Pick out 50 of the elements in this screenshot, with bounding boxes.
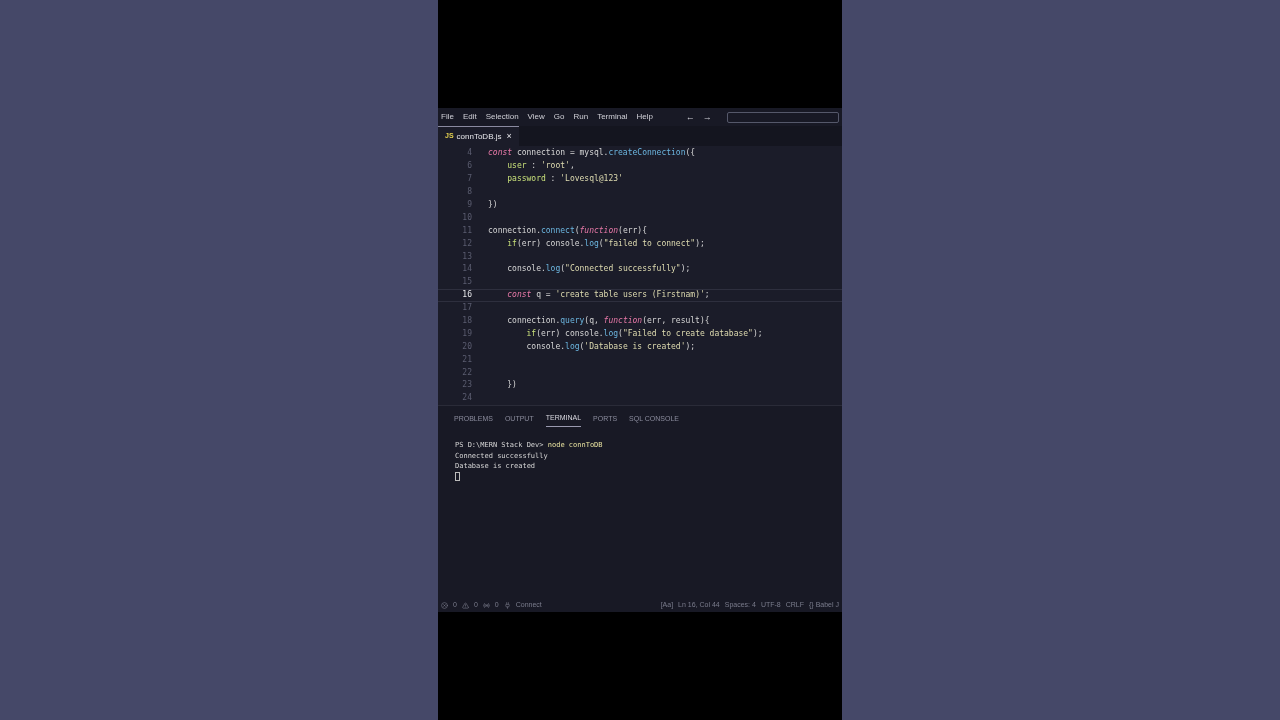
line-number: 9: [466, 199, 472, 211]
line-number: 12: [461, 237, 472, 250]
line-number: 23: [461, 379, 472, 392]
line-number: 14: [461, 263, 472, 276]
code-line: user : 'root',: [506, 160, 575, 173]
tab-label: connToDB.js: [456, 130, 502, 143]
terminal-cursor: [455, 471, 460, 481]
line-number: 16: [461, 289, 472, 302]
code-line: connection.query(q, function(err, result){: [506, 315, 710, 327]
code-line: const connection = mysql.createConnection({: [488, 147, 696, 160]
search-field[interactable]: [726, 111, 839, 123]
code-line: console.log('Database is created');: [525, 340, 696, 353]
menu-item[interactable]: Terminal: [597, 111, 628, 123]
menu-item[interactable]: Help: [636, 111, 653, 123]
line-number: 19: [461, 327, 472, 340]
line-number: 15: [461, 276, 472, 289]
line-number: 21: [461, 353, 472, 366]
menu-item[interactable]: File: [441, 111, 454, 123]
code-line: password : 'Lovesql@123': [506, 173, 623, 186]
code-line: connection.connect(function(err){: [488, 224, 647, 237]
code-line: const q = 'create table users (Firstnam)';: [506, 289, 710, 302]
line-number: 10: [461, 211, 472, 224]
nav-button[interactable]: →: [702, 112, 712, 122]
line-number: 22: [461, 366, 472, 379]
menu-item[interactable]: Edit: [462, 111, 477, 123]
ports-icon: [482, 602, 490, 609]
line-number: 24: [461, 392, 472, 405]
menu-item[interactable]: View: [527, 111, 545, 123]
line-number: 6: [466, 160, 472, 173]
line-number: 18: [461, 315, 472, 327]
close-button[interactable]: ×: [506, 132, 512, 141]
code-line: }): [488, 199, 498, 211]
error-icon: [441, 602, 448, 609]
line-number: 7: [466, 173, 472, 186]
warning-icon: [461, 602, 469, 609]
line-number: 20: [461, 340, 472, 353]
nav-button[interactable]: ←: [685, 112, 695, 122]
code-line: }): [506, 379, 517, 392]
menu-item[interactable]: Go: [553, 111, 565, 123]
line-number: 13: [461, 250, 472, 263]
line-number: 4: [466, 147, 472, 160]
line-number: 11: [461, 224, 472, 237]
code-line: if(err) console.log("Failed to create database");: [525, 327, 763, 340]
menu-item[interactable]: Run: [573, 111, 589, 123]
code-line: console.log("Connected successfully");: [506, 263, 691, 276]
code-line: if(err) console.log("failed to connect");: [506, 237, 705, 250]
plug-icon: [503, 602, 511, 609]
line-number: 8: [466, 186, 472, 199]
line-number: 17: [461, 302, 472, 315]
menu-item[interactable]: Selection: [485, 111, 519, 123]
